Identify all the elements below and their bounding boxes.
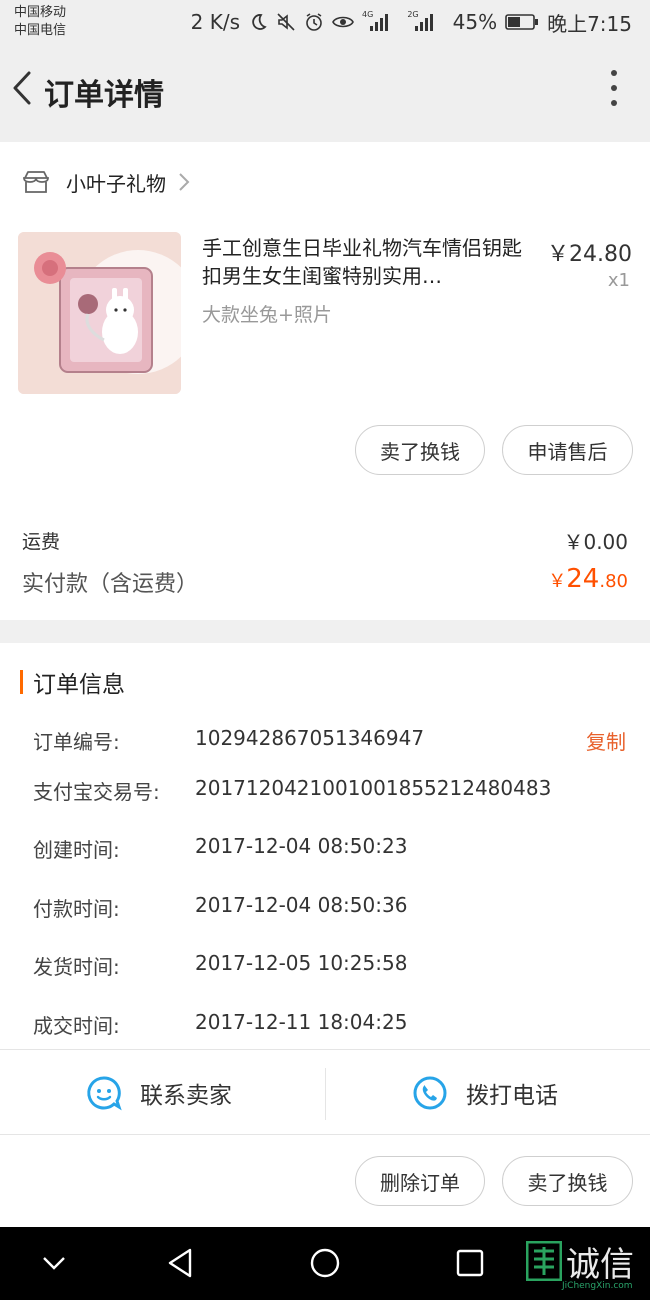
delete-order-button[interactable]: 删除订单 [355, 1156, 485, 1206]
nav-hide-button[interactable] [34, 1243, 74, 1283]
contact-seller-label: 联系卖家 [140, 1083, 232, 1109]
shop-name: 小叶子礼物 [66, 171, 166, 196]
order-info-card: 订单信息 订单编号: 102942867051346947 复制 支付宝交易号:… [0, 643, 650, 1227]
carrier-info: 中国移动 中国电信 [14, 4, 66, 40]
contact-bar: 联系卖家 拨打电话 [0, 1049, 650, 1135]
alarm-icon [304, 12, 324, 32]
info-label: 发货时间: [33, 955, 120, 979]
completed-time: 2017-12-11 18:04:25 [195, 1010, 408, 1034]
contact-seller-button[interactable]: 联系卖家 [86, 1050, 232, 1136]
info-label: 创建时间: [33, 838, 120, 862]
paid-time: 2017-12-04 08:50:36 [195, 893, 408, 917]
info-label: 成交时间: [33, 1014, 120, 1038]
chevron-left-icon [13, 71, 31, 105]
carrier-1: 中国移动 [14, 5, 67, 20]
signal-1-type: 4G [362, 9, 374, 19]
chevron-down-icon [43, 1257, 65, 1270]
call-phone-button[interactable]: 拨打电话 [412, 1050, 558, 1136]
sell-item-button[interactable]: 卖了换钱 [355, 425, 485, 475]
order-number: 102942867051346947 [195, 726, 425, 750]
more-dots-icon [611, 70, 617, 76]
order-item-card: 小叶子礼物 手工创意生日毕业礼物汽车情侣钥匙扣男生女生闺蜜特别实用… ￥24.8… [0, 142, 650, 620]
top-bar: 订单详情 [0, 44, 650, 142]
mute-icon [276, 12, 296, 32]
chevron-right-icon [179, 173, 190, 191]
back-button[interactable] [4, 66, 40, 110]
call-phone-label: 拨打电话 [466, 1083, 558, 1109]
product-image[interactable] [18, 232, 181, 394]
nav-home-button[interactable] [305, 1243, 345, 1283]
triangle-back-icon [168, 1248, 192, 1278]
copy-button[interactable]: 复制 [586, 726, 626, 755]
created-time: 2017-12-04 08:50:23 [195, 834, 408, 858]
product-title[interactable]: 手工创意生日毕业礼物汽车情侣钥匙扣男生女生闺蜜特别实用… [202, 234, 532, 290]
carrier-2: 中国电信 [14, 23, 67, 38]
battery-icon [505, 13, 539, 31]
created-time-row: 创建时间: 2017-12-04 08:50:23 [0, 834, 650, 864]
info-label: 订单编号: [33, 730, 120, 754]
order-info-header: 订单信息 [20, 669, 125, 698]
signal-2-type: 2G [407, 9, 419, 19]
shipped-time: 2017-12-05 10:25:58 [195, 951, 408, 975]
nav-recents-button[interactable] [450, 1243, 490, 1283]
more-button[interactable] [604, 70, 624, 106]
total-decimal: .80 [599, 571, 628, 592]
alipay-trade-number: 2017120421001001855212480483 [195, 776, 552, 800]
info-label: 支付宝交易号: [33, 780, 160, 804]
section-accent [20, 670, 23, 694]
watermark-text: 诚信 [566, 1245, 634, 1285]
clock: 晚上7:15 [547, 11, 632, 36]
watermark: 诚信 JiChengXin.com [526, 1235, 644, 1293]
square-recents-icon [456, 1249, 484, 1277]
sell-order-button[interactable]: 卖了换钱 [502, 1156, 633, 1206]
status-icons: 2 K/s 4G 2G 45% 晚上7:15 [191, 8, 632, 36]
section-title: 订单信息 [33, 672, 125, 698]
product-sku: 大款坐兔+照片 [202, 304, 332, 326]
total-integer: 24 [566, 564, 600, 594]
total-currency: ￥ [548, 571, 567, 592]
page-title: 订单详情 [44, 78, 164, 113]
shipping-label: 运费 [22, 531, 61, 553]
store-icon [23, 171, 49, 193]
total-label: 实付款（含运费） [22, 572, 199, 597]
system-nav-bar: 诚信 JiChengXin.com [0, 1227, 650, 1300]
alipay-trade-row: 支付宝交易号: 2017120421001001855212480483 [0, 776, 650, 806]
battery-percent: 45% [452, 10, 498, 34]
watermark-sub: JiChengXin.com [562, 1281, 633, 1291]
contact-divider [325, 1068, 326, 1120]
shipping-value: ￥0.00 [563, 530, 628, 554]
paid-time-row: 付款时间: 2017-12-04 08:50:36 [0, 893, 650, 923]
circle-home-icon [310, 1248, 340, 1278]
signal-2g-icon: 2G [407, 9, 444, 32]
phone-icon [413, 1076, 447, 1110]
eye-icon [332, 14, 354, 30]
product-quantity: x1 [607, 270, 630, 291]
moon-icon [248, 12, 268, 32]
after-sale-button[interactable]: 申请售后 [502, 425, 633, 475]
info-label: 付款时间: [33, 897, 120, 921]
shop-link[interactable]: 小叶子礼物 [22, 164, 190, 200]
shipped-time-row: 发货时间: 2017-12-05 10:25:58 [0, 951, 650, 981]
signal-4g-icon: 4G [362, 9, 399, 32]
order-number-row: 订单编号: 102942867051346947 复制 [0, 726, 650, 756]
completed-time-row: 成交时间: 2017-12-11 18:04:25 [0, 1010, 650, 1040]
nav-back-button[interactable] [160, 1243, 200, 1283]
product-price: ￥24.80 [547, 242, 632, 267]
watermark-logo-icon [526, 1241, 562, 1281]
net-speed: 2 K/s [190, 10, 241, 34]
status-bar: 中国移动 中国电信 2 K/s 4G 2G 45% 晚上7:15 [0, 0, 650, 44]
chat-smile-icon [87, 1076, 122, 1111]
total-value: ￥ 24 .80 [548, 564, 628, 594]
